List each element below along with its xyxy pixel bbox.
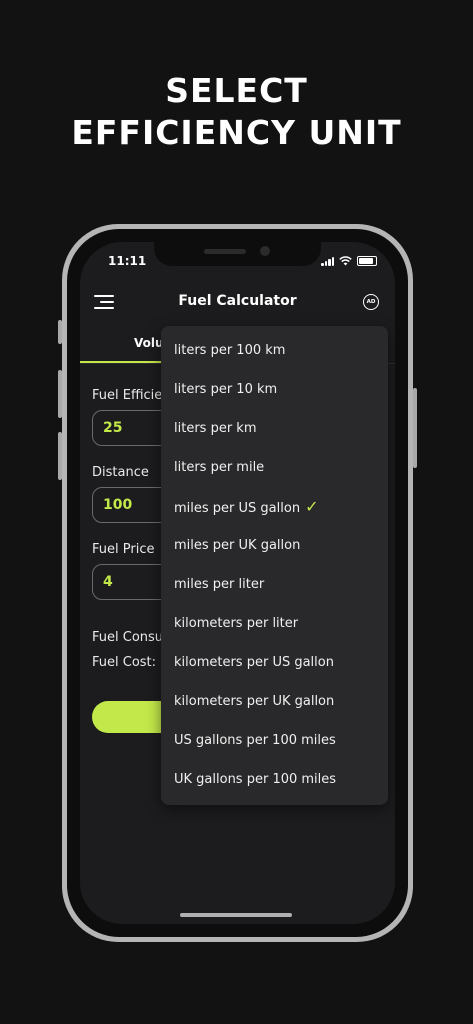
option-label: miles per UK gallon: [174, 538, 301, 553]
option-label: UK gallons per 100 miles: [174, 772, 337, 787]
dropdown-option-kilometers-per-liter[interactable]: kilometers per liter: [174, 604, 298, 643]
phone-screen: 11:11 Fuel Calculator AD Volu Fuel Effic…: [80, 242, 395, 924]
dropdown-option-kilometers-per-uk-gallon[interactable]: kilometers per UK gallon: [174, 682, 334, 721]
status-icons: [321, 256, 377, 266]
dropdown-option-liters-per-10-km[interactable]: liters per 10 km: [174, 370, 277, 409]
notch: [154, 242, 321, 266]
dropdown-option-miles-per-liter[interactable]: miles per liter: [174, 565, 264, 604]
camera: [260, 246, 270, 256]
dropdown-option-miles-per-uk-gallon[interactable]: miles per UK gallon: [174, 526, 300, 565]
option-label: US gallons per 100 miles: [174, 733, 336, 748]
option-label: liters per 100 km: [174, 343, 286, 358]
status-time: 11:11: [108, 254, 147, 268]
phone-mute-switch: [58, 320, 62, 344]
app-title: Fuel Calculator: [178, 293, 297, 309]
option-label: miles per US gallon: [174, 501, 301, 516]
battery-icon: [357, 256, 377, 266]
option-label: kilometers per liter: [174, 616, 299, 631]
distance-label: Distance: [92, 465, 149, 480]
option-label: kilometers per US gallon: [174, 655, 334, 670]
ad-icon[interactable]: AD: [363, 294, 379, 310]
headline-line-1: SELECT: [165, 71, 308, 110]
dropdown-option-miles-per-us-gallon[interactable]: miles per US gallon ✓: [174, 487, 318, 526]
headline-line-2: EFFICIENCY UNIT: [71, 113, 402, 152]
dropdown-option-liters-per-mile[interactable]: liters per mile: [174, 448, 264, 487]
dropdown-option-kilometers-per-us-gallon[interactable]: kilometers per US gallon: [174, 643, 334, 682]
option-label: liters per mile: [174, 460, 265, 475]
option-label: miles per liter: [174, 577, 265, 592]
dropdown-option-uk-gallons-per-100-miles[interactable]: UK gallons per 100 miles: [174, 760, 336, 799]
option-label: kilometers per UK gallon: [174, 694, 335, 709]
option-label: liters per 10 km: [174, 382, 278, 397]
option-label: liters per km: [174, 421, 257, 436]
checkmark-icon: ✓: [305, 497, 319, 516]
wifi-icon: [339, 256, 352, 266]
fuel-price-label: Fuel Price: [92, 542, 155, 557]
tab-volume[interactable]: Volu: [134, 336, 164, 350]
phone-power-button: [413, 388, 417, 468]
speaker: [204, 249, 246, 254]
dropdown-option-liters-per-km[interactable]: liters per km: [174, 409, 257, 448]
phone-volume-down-button: [58, 432, 62, 480]
home-indicator: [180, 913, 292, 917]
fuel-cost-label: Fuel Cost:: [92, 655, 157, 670]
fuel-efficiency-label: Fuel Efficie: [92, 388, 163, 403]
phone-volume-up-button: [58, 370, 62, 418]
fuel-consumption-label: Fuel Consu: [92, 630, 164, 645]
signal-icon: [321, 257, 334, 266]
efficiency-unit-dropdown: liters per 100 km liters per 10 km liter…: [161, 326, 388, 805]
dropdown-option-liters-per-100-km[interactable]: liters per 100 km: [174, 331, 285, 370]
headline: SELECT EFFICIENCY UNIT: [0, 70, 473, 154]
dropdown-option-us-gallons-per-100-miles[interactable]: US gallons per 100 miles: [174, 721, 336, 760]
